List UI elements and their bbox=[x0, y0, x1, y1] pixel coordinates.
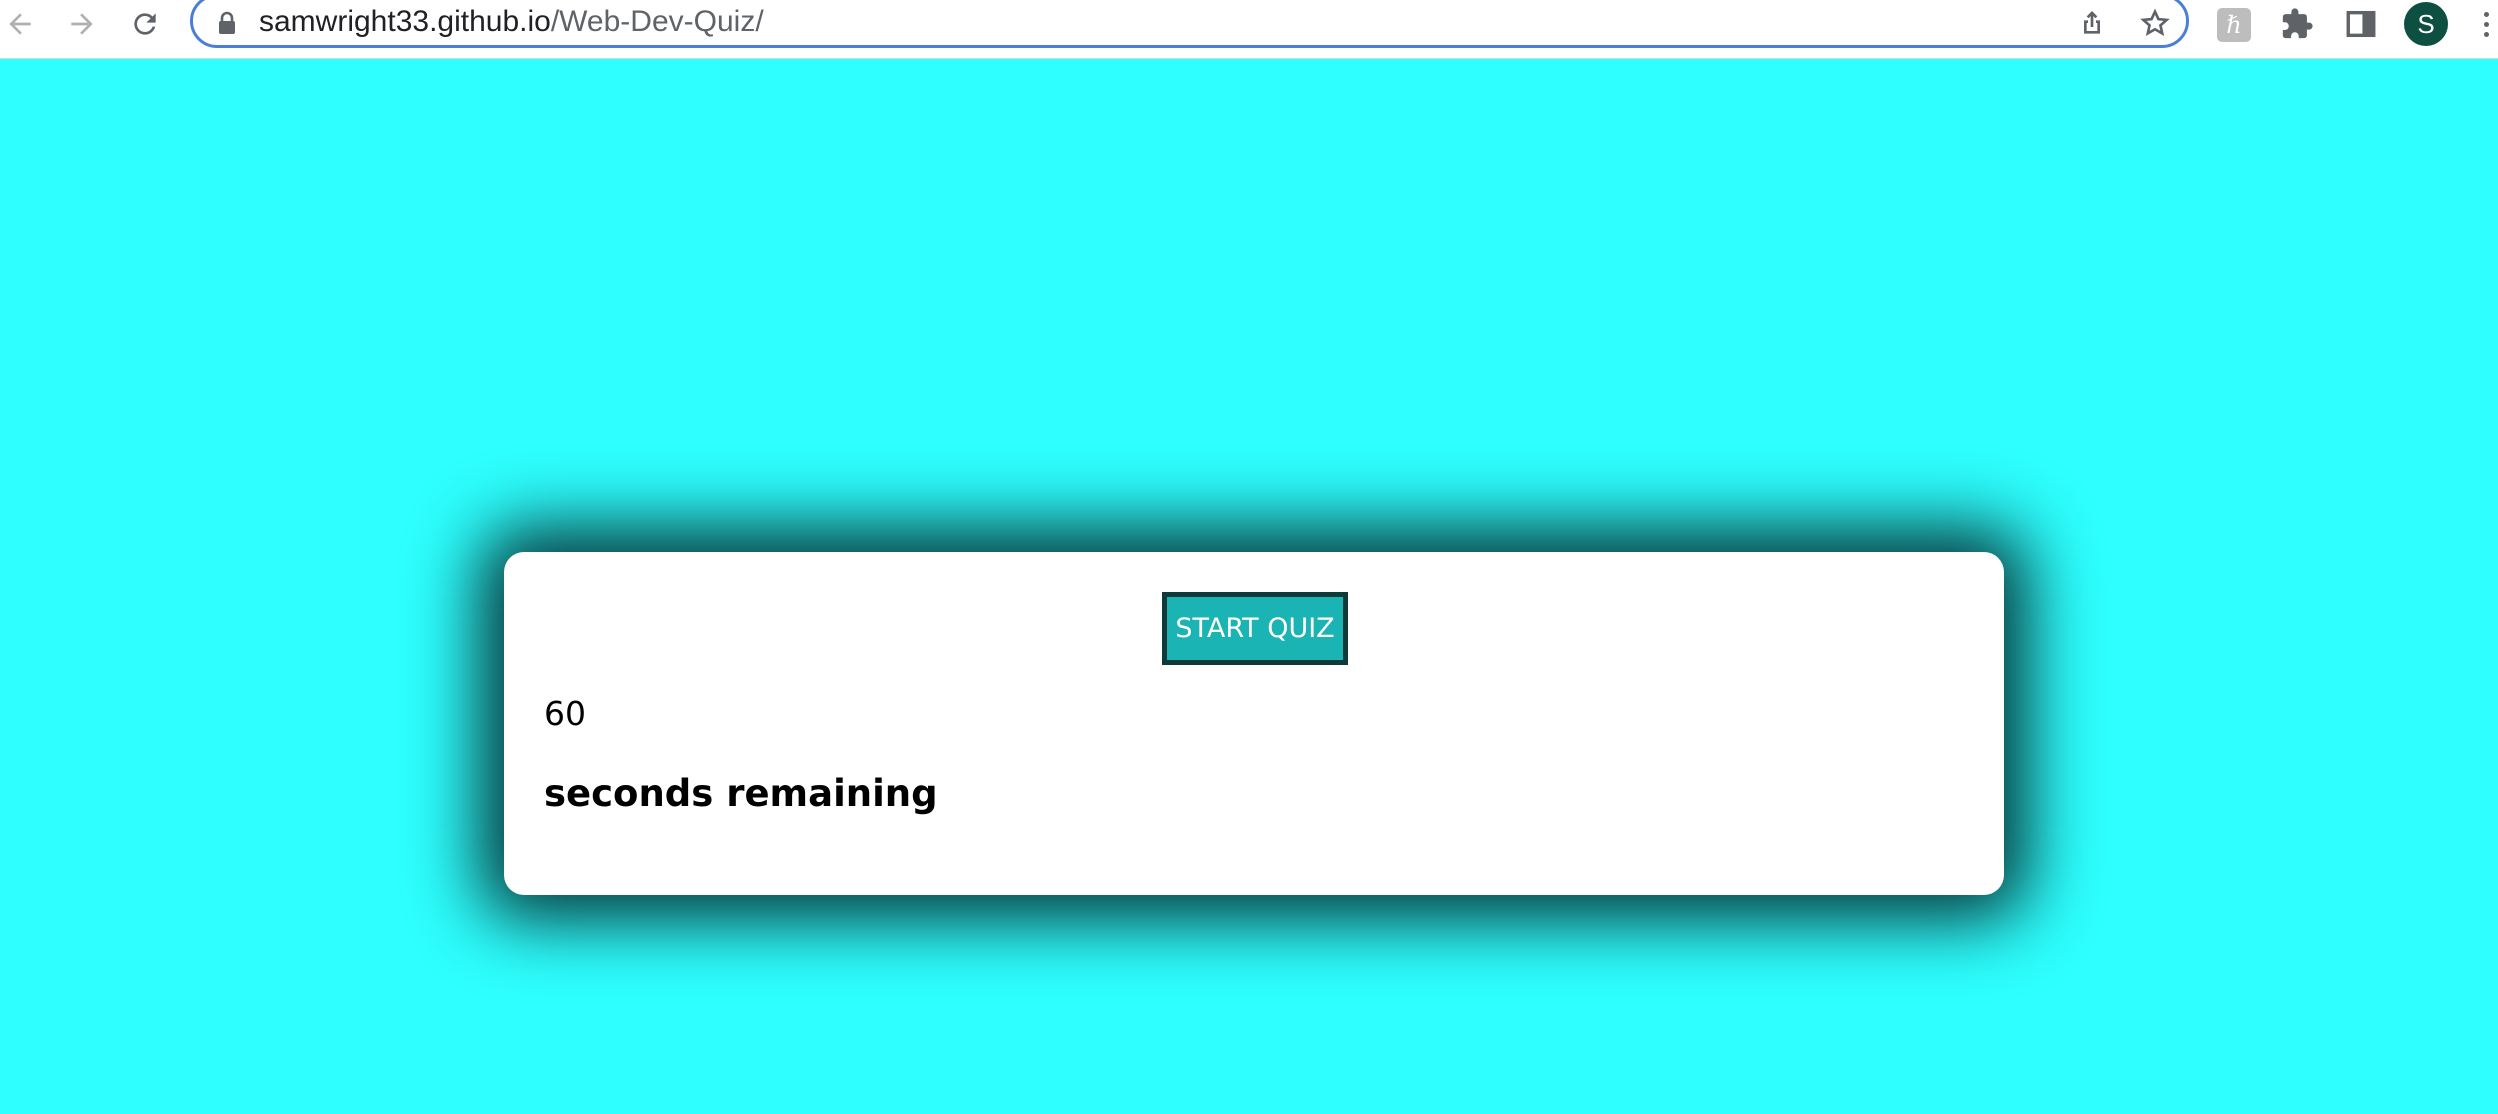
back-arrow-icon bbox=[9, 13, 31, 35]
forward-arrow-icon bbox=[71, 13, 93, 35]
menu-dots-icon[interactable] bbox=[2476, 4, 2496, 44]
forward-button[interactable] bbox=[62, 4, 102, 44]
profile-avatar[interactable]: S bbox=[2404, 2, 2448, 46]
reload-icon bbox=[134, 13, 156, 35]
url-host: samwright33.github.io bbox=[259, 5, 551, 38]
side-panel-icon bbox=[2346, 10, 2376, 38]
side-panel-button[interactable] bbox=[2341, 4, 2381, 44]
extensions-button[interactable] bbox=[2277, 4, 2317, 44]
url-text: samwright33.github.io/Web-Dev-Quiz/ bbox=[259, 5, 764, 39]
bookmark-button[interactable] bbox=[2137, 5, 2173, 41]
extension-h-icon[interactable]: ℏ bbox=[2217, 8, 2251, 42]
star-icon bbox=[2140, 8, 2170, 37]
timer-label: seconds remaining bbox=[544, 772, 938, 815]
browser-toolbar: samwright33.github.io/Web-Dev-Quiz/ ℏ S bbox=[0, 0, 2498, 59]
url-path: /Web-Dev-Quiz/ bbox=[550, 5, 764, 38]
lock-icon bbox=[219, 11, 235, 34]
puzzle-icon bbox=[2282, 8, 2313, 39]
timer-value: 60 bbox=[544, 694, 586, 733]
address-bar[interactable]: samwright33.github.io/Web-Dev-Quiz/ bbox=[190, 0, 2189, 48]
quiz-card: START QUIZ 60 seconds remaining bbox=[504, 552, 2004, 895]
share-button[interactable] bbox=[2074, 5, 2110, 41]
reload-button[interactable] bbox=[125, 4, 165, 44]
start-quiz-button[interactable]: START QUIZ bbox=[1162, 592, 1348, 665]
back-button[interactable] bbox=[0, 4, 40, 44]
share-icon bbox=[2084, 11, 2100, 34]
